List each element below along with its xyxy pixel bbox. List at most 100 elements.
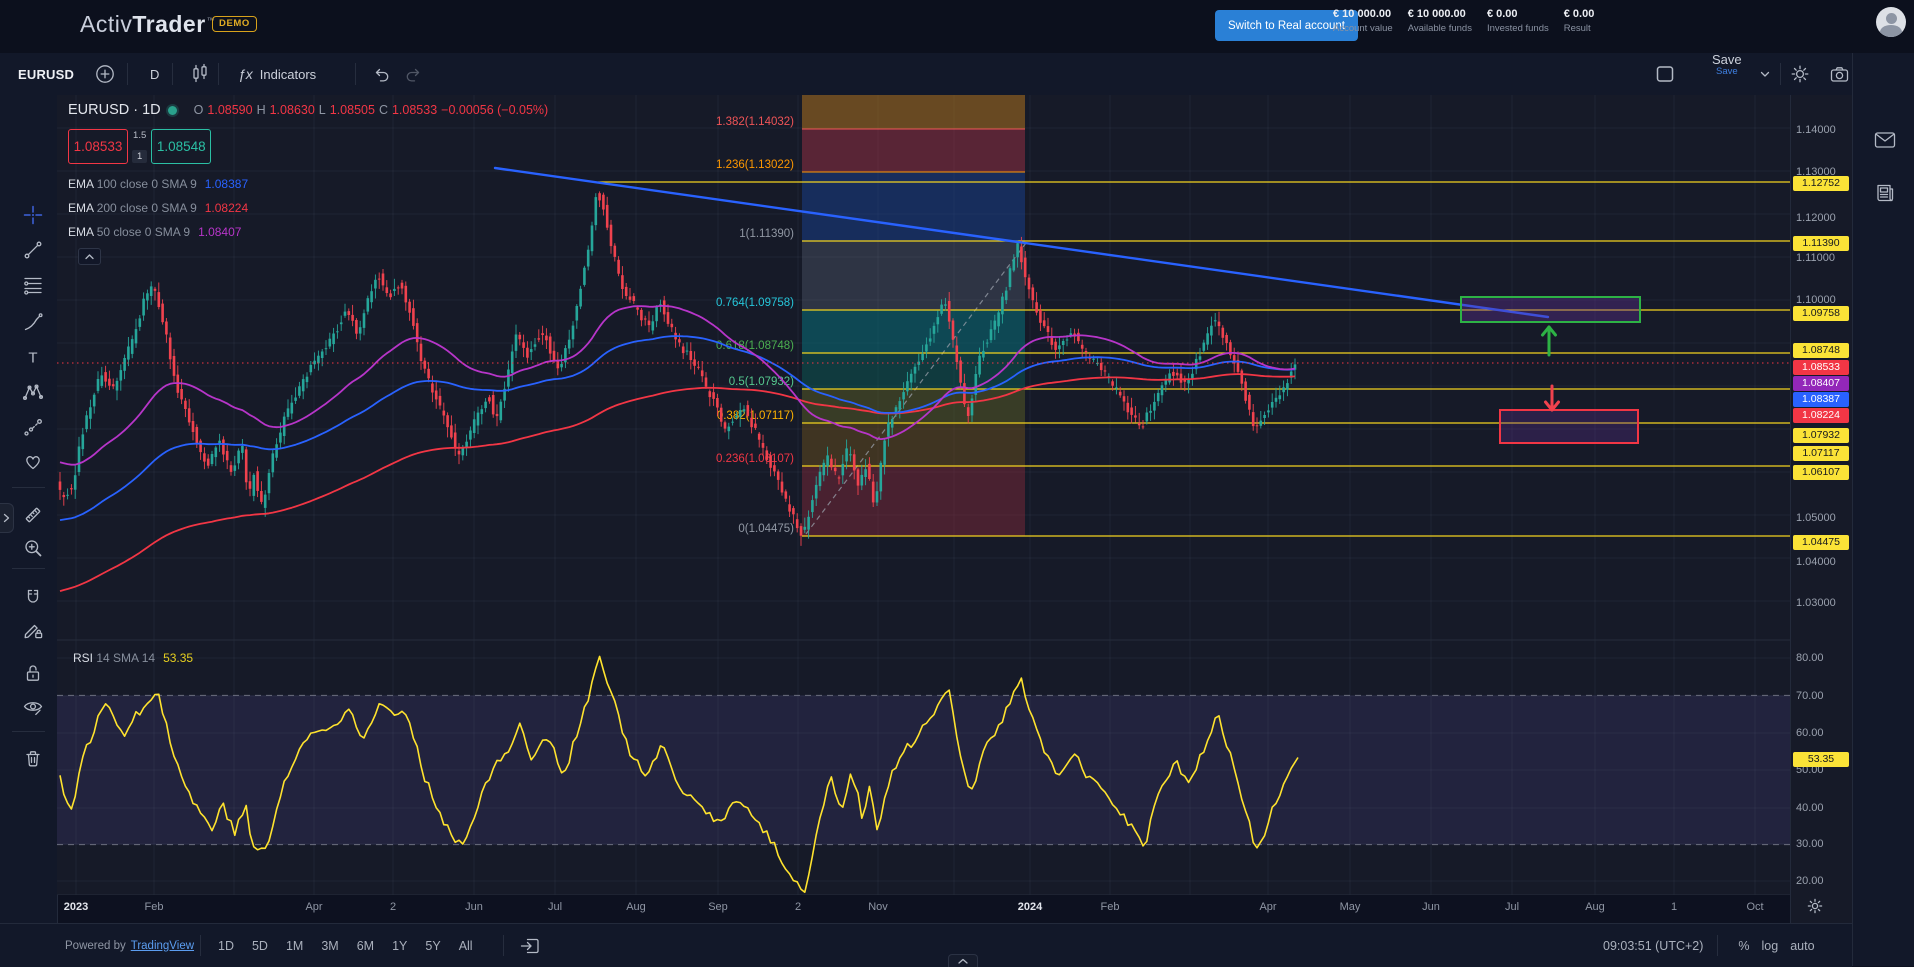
high-value: 1.08630 xyxy=(270,103,315,117)
axis-price-label: 1.03000 xyxy=(1796,597,1836,609)
screenshot-button[interactable] xyxy=(1829,53,1850,95)
axis-price-label: 1.10000 xyxy=(1796,294,1836,306)
available-funds: € 10 000.00 xyxy=(1408,8,1472,20)
axis-price-label: 80.00 xyxy=(1796,652,1824,664)
rsi-legend[interactable]: RSI 14 SMA 1453.35 xyxy=(73,651,193,665)
magnet-tool[interactable] xyxy=(22,587,44,609)
range-button-3M[interactable]: 3M xyxy=(316,936,343,956)
range-button-All[interactable]: All xyxy=(454,936,478,956)
invested-funds-label: Invested funds xyxy=(1487,23,1549,34)
chart-title[interactable]: EURUSD · 1D xyxy=(68,102,161,118)
sell-price-button[interactable]: 1.08533 xyxy=(68,129,128,164)
time-axis[interactable]: 2023FebApr2JunJulAugSep2Nov2024FebAprMay… xyxy=(57,896,1790,923)
axis-price-badge: 1.08407 xyxy=(1793,376,1849,391)
fib-level-label: 0.764(1.09758) xyxy=(716,297,794,309)
zoom-in-tool[interactable] xyxy=(22,537,44,559)
crosshair-tool[interactable] xyxy=(22,204,44,226)
result-label: Result xyxy=(1564,23,1595,34)
axis-price-badge: 1.08387 xyxy=(1793,392,1849,407)
forecast-icon xyxy=(22,416,44,438)
chart-plot[interactable]: 1.382(1.14032)1.236(1.13022)1(1.11390)0.… xyxy=(57,95,1790,895)
hide-drawings-tool[interactable] xyxy=(22,696,44,718)
quote-panel: 1.08533 1.5 1 1.08548 xyxy=(68,129,211,164)
axis-time-label: Sep xyxy=(708,901,728,913)
available-funds-label: Available funds xyxy=(1408,23,1472,34)
tradingview-link[interactable]: TradingView xyxy=(131,940,194,952)
spread-indicator: 1.5 1 xyxy=(132,129,147,164)
invested-funds: € 0.00 xyxy=(1487,8,1549,20)
brush-tool[interactable] xyxy=(22,311,44,333)
symbol-label[interactable]: EURUSD xyxy=(18,53,74,95)
fib-retracement-tool[interactable] xyxy=(22,274,44,296)
indicators-button[interactable]: ƒx Indicators xyxy=(238,53,316,95)
ema100-legend[interactable]: EMA 100 close 0 SMA 91.08387 xyxy=(68,177,248,191)
range-button-5D[interactable]: 5D xyxy=(247,936,273,956)
drawing-edit-lock-tool[interactable] xyxy=(22,619,44,641)
fib-level-label: 0(1.04475) xyxy=(738,523,794,535)
axis-time-label: Aug xyxy=(1585,901,1605,913)
axis-settings-button[interactable] xyxy=(1806,897,1824,915)
axis-time-label: Jun xyxy=(465,901,483,913)
emoji-heart-tool[interactable] xyxy=(22,451,44,473)
account-stats: € 10 000.00 Account value € 10 000.00 Av… xyxy=(1333,8,1594,34)
ema50-legend[interactable]: EMA 50 close 0 SMA 91.08407 xyxy=(68,225,241,239)
calendar-icon xyxy=(519,935,541,957)
text-tool[interactable]: T xyxy=(22,346,44,368)
save-status: Save xyxy=(1716,67,1738,77)
auto-scale-button[interactable]: auto xyxy=(1784,936,1820,956)
fib-level-label: 1(1.11390) xyxy=(739,228,794,240)
xabcd-pattern-icon xyxy=(22,381,44,403)
panel-expand-tab[interactable] xyxy=(948,954,978,967)
camera-icon xyxy=(1829,65,1850,84)
zoom-in-icon xyxy=(22,537,44,559)
range-button-6M[interactable]: 6M xyxy=(352,936,379,956)
clock[interactable]: 09:03:51 (UTC+2) xyxy=(1603,939,1703,953)
redo-button[interactable] xyxy=(404,53,423,95)
range-button-1Y[interactable]: 1Y xyxy=(387,936,412,956)
pencil-lock-icon xyxy=(22,619,44,641)
fib-retracement-icon xyxy=(22,274,44,296)
result-stat: € 0.00 Result xyxy=(1564,8,1595,34)
axis-price-badge: 1.11390 xyxy=(1793,236,1849,251)
axis-price-label: 70.00 xyxy=(1796,690,1824,702)
trend-line-tool[interactable] xyxy=(22,239,44,261)
goto-date-button[interactable] xyxy=(519,935,541,957)
percent-scale-button[interactable]: % xyxy=(1732,936,1755,956)
axis-time-label: May xyxy=(1340,901,1361,913)
messages-button[interactable] xyxy=(1873,128,1897,152)
interval-button[interactable]: D xyxy=(150,53,159,95)
news-button[interactable] xyxy=(1873,181,1897,205)
layout-select-button[interactable] xyxy=(1655,53,1675,95)
account-value-label: Account value xyxy=(1333,23,1393,34)
toolbar-expand-tab[interactable] xyxy=(0,503,14,533)
log-scale-button[interactable]: log xyxy=(1756,936,1785,956)
forecast-tool[interactable] xyxy=(22,416,44,438)
range-button-1D[interactable]: 1D xyxy=(213,936,239,956)
buy-price-button[interactable]: 1.08548 xyxy=(151,129,211,164)
lock-all-tool[interactable] xyxy=(22,662,44,684)
activtrader-logo: ActivTrader™ xyxy=(80,11,215,38)
user-avatar[interactable] xyxy=(1876,7,1906,37)
result-value: € 0.00 xyxy=(1564,8,1595,20)
eye-icon xyxy=(22,696,44,718)
market-status-dot[interactable] xyxy=(168,106,177,115)
delete-tool[interactable] xyxy=(22,747,44,769)
price-axis[interactable]: 1.140001.130001.120001.110001.100001.050… xyxy=(1790,95,1853,923)
save-menu-button[interactable] xyxy=(1758,53,1772,95)
ema200-legend[interactable]: EMA 200 close 0 SMA 91.08224 xyxy=(68,201,248,215)
measure-tool[interactable] xyxy=(22,504,44,526)
axis-price-label: 1.12000 xyxy=(1796,212,1836,224)
axis-time-label: Oct xyxy=(1746,901,1763,913)
chart-settings-button[interactable] xyxy=(1790,53,1810,95)
fib-level-label: 1.236(1.13022) xyxy=(716,159,794,171)
ohlc-values: O1.08590 H1.08630 L1.08505 C1.08533 −0.0… xyxy=(194,103,549,117)
range-button-1M[interactable]: 1M xyxy=(281,936,308,956)
chart-type-button[interactable] xyxy=(190,53,210,95)
legend-collapse-button[interactable] xyxy=(78,248,101,265)
undo-button[interactable] xyxy=(372,53,391,95)
pattern-tool[interactable] xyxy=(22,381,44,403)
save-button[interactable]: Save Save xyxy=(1712,53,1742,95)
range-button-5Y[interactable]: 5Y xyxy=(420,936,445,956)
chevron-down-icon xyxy=(1758,67,1772,81)
symbol-search-button[interactable] xyxy=(94,53,116,95)
